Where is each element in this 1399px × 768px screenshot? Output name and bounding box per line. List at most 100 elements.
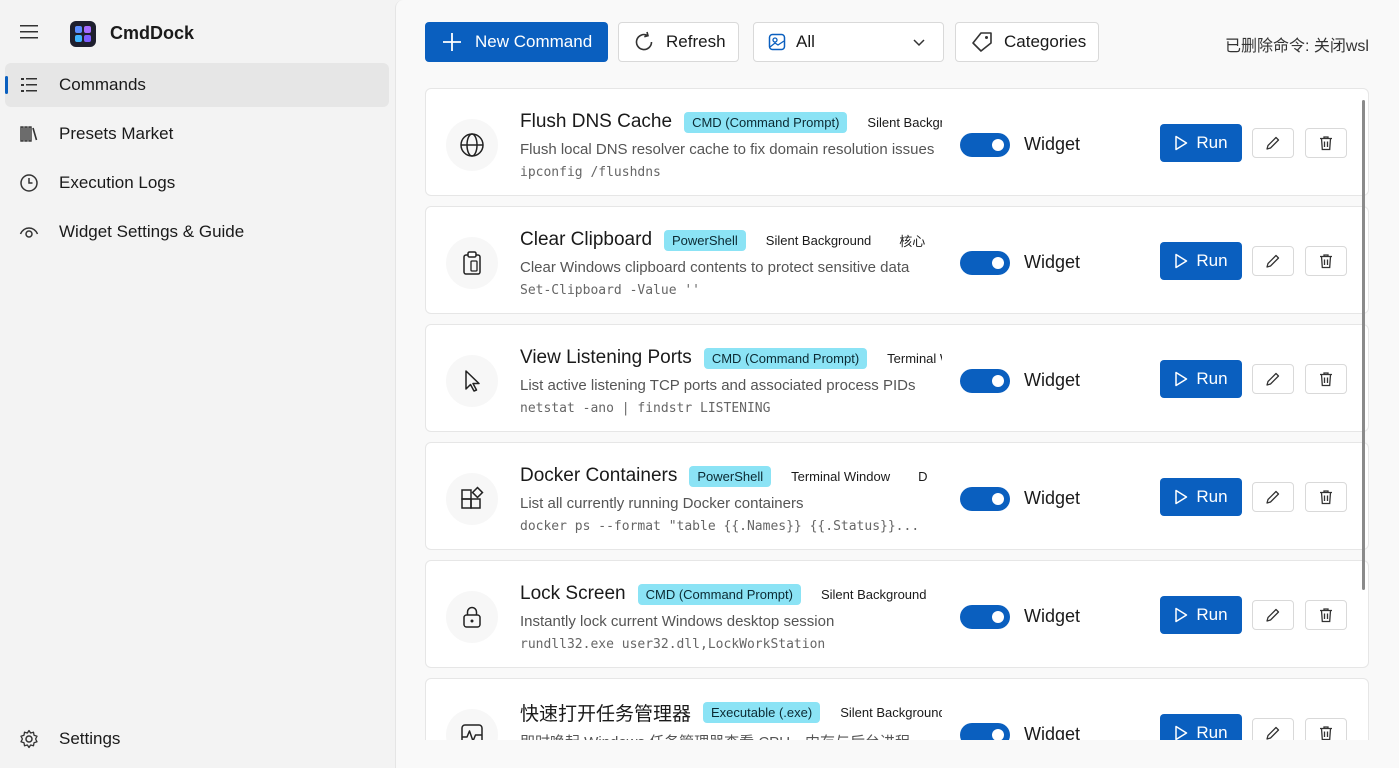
- run-button[interactable]: Run: [1160, 714, 1242, 740]
- sidebar-item-presets-market[interactable]: Presets Market: [5, 112, 389, 156]
- toggle-knob: [992, 139, 1004, 151]
- run-button[interactable]: Run: [1160, 360, 1242, 398]
- clipboard-icon: [463, 251, 481, 275]
- logo-tile-3: [75, 35, 82, 42]
- run-button[interactable]: Run: [1160, 242, 1242, 280]
- edit-button[interactable]: [1252, 128, 1294, 158]
- new-command-button[interactable]: New Command: [425, 22, 608, 62]
- run-label: Run: [1196, 605, 1228, 624]
- pencil-icon: [1266, 254, 1280, 268]
- run-button[interactable]: Run: [1160, 478, 1242, 516]
- app-title: CmdDock: [110, 23, 195, 43]
- delete-button[interactable]: [1305, 600, 1347, 630]
- logo-tile-2: [84, 26, 91, 33]
- sidebar-item-label: Execution Logs: [59, 173, 176, 192]
- cursor-icon: [465, 370, 480, 392]
- sidebar-item-label: Commands: [59, 75, 146, 94]
- widget-label: Widget: [1024, 134, 1081, 154]
- command-description: Instantly lock current Windows desktop s…: [520, 613, 835, 630]
- image-icon: [768, 33, 786, 51]
- widget-label: Widget: [1024, 252, 1081, 272]
- sidebar-item-commands[interactable]: Commands: [5, 63, 389, 107]
- toggle-knob: [992, 375, 1004, 387]
- edit-button[interactable]: [1252, 364, 1294, 394]
- run-button[interactable]: Run: [1160, 596, 1242, 634]
- command-title-row: Docker Containers PowerShell Terminal Wi…: [520, 463, 942, 489]
- command-mode-tag: Silent Background: [765, 232, 872, 248]
- command-description: Flush local DNS resolver cache to fix do…: [520, 141, 935, 158]
- logo-tile-4: [84, 35, 91, 42]
- lock-icon: [463, 606, 481, 628]
- pulse-icon: [461, 724, 483, 740]
- command-icon-wrap: [446, 709, 498, 740]
- play-icon: [1175, 253, 1188, 269]
- run-button[interactable]: Run: [1160, 124, 1242, 162]
- toggle-knob: [992, 257, 1004, 269]
- command-icon-wrap: [446, 237, 498, 289]
- categories-button[interactable]: Categories: [955, 22, 1099, 62]
- command-icon-wrap: [446, 119, 498, 171]
- trash-icon: [1320, 608, 1332, 623]
- command-title: View Listening Ports: [520, 347, 692, 368]
- widget-toggle[interactable]: [960, 133, 1010, 157]
- command-mode-tag: Silent Background: [820, 586, 927, 602]
- edit-button[interactable]: [1252, 482, 1294, 512]
- menu-toggle-button[interactable]: [12, 18, 46, 46]
- widget-toggle[interactable]: [960, 605, 1010, 629]
- run-label: Run: [1196, 723, 1228, 740]
- command-mode-tag: Silent Background: [840, 704, 942, 720]
- delete-button[interactable]: [1305, 482, 1347, 512]
- edit-button[interactable]: [1252, 246, 1294, 276]
- tag-icon: [972, 32, 992, 52]
- widget-label: Widget: [1024, 724, 1081, 740]
- command-code: netstat -ano | findstr LISTENING: [520, 401, 771, 416]
- command-description: Clear Windows clipboard contents to prot…: [520, 259, 910, 276]
- sidebar-item-settings[interactable]: Settings: [5, 717, 389, 761]
- edit-button[interactable]: [1252, 718, 1294, 740]
- command-icon-wrap: [446, 473, 498, 525]
- plus-icon: [443, 33, 461, 51]
- sidebar-item-label: Presets Market: [59, 124, 174, 143]
- delete-button[interactable]: [1305, 718, 1347, 740]
- delete-button[interactable]: [1305, 128, 1347, 158]
- sidebar-item-widget-settings[interactable]: Widget Settings & Guide: [5, 210, 389, 254]
- chevron-down-icon: [913, 39, 925, 47]
- run-label: Run: [1196, 251, 1228, 270]
- delete-button[interactable]: [1305, 246, 1347, 276]
- scrollbar[interactable]: [1362, 100, 1365, 590]
- widget-toggle[interactable]: [960, 487, 1010, 511]
- run-label: Run: [1196, 133, 1228, 152]
- run-label: Run: [1196, 487, 1228, 506]
- widget-toggle[interactable]: [960, 369, 1010, 393]
- sidebar-item-execution-logs[interactable]: Execution Logs: [5, 161, 389, 205]
- command-category-tag: 核心: [899, 233, 926, 249]
- command-card: View Listening Ports CMD (Command Prompt…: [425, 324, 1369, 432]
- widget-toggle[interactable]: [960, 251, 1010, 275]
- command-type-tag: PowerShell: [689, 465, 772, 487]
- command-category-tag: D: [918, 468, 928, 484]
- play-icon: [1175, 371, 1188, 387]
- delete-button[interactable]: [1305, 364, 1347, 394]
- command-title-row: Clear Clipboard PowerShell Silent Backgr…: [520, 227, 942, 253]
- command-type-tag: CMD (Command Prompt): [703, 347, 868, 369]
- trash-icon: [1320, 254, 1332, 269]
- trash-icon: [1320, 726, 1332, 740]
- command-type-tag: PowerShell: [664, 229, 746, 251]
- edit-button[interactable]: [1252, 600, 1294, 630]
- command-description: List active listening TCP ports and asso…: [520, 377, 916, 394]
- command-card: Clear Clipboard PowerShell Silent Backgr…: [425, 206, 1369, 314]
- filter-dropdown[interactable]: All: [753, 22, 944, 62]
- refresh-button[interactable]: Refresh: [618, 22, 739, 62]
- toggle-knob: [992, 729, 1004, 740]
- play-icon: [1175, 725, 1188, 740]
- logo-tile-1: [75, 26, 82, 33]
- pencil-icon: [1266, 608, 1280, 622]
- new-command-label: New Command: [475, 32, 593, 51]
- command-mode-tag: Terminal Window: [887, 350, 942, 366]
- command-title: Lock Screen: [520, 583, 626, 604]
- command-description: List all currently running Docker contai…: [520, 495, 804, 512]
- eye-icon: [19, 227, 39, 238]
- command-title: Docker Containers: [520, 465, 678, 486]
- widget-toggle[interactable]: [960, 723, 1010, 740]
- command-title-row: View Listening Ports CMD (Command Prompt…: [520, 345, 942, 371]
